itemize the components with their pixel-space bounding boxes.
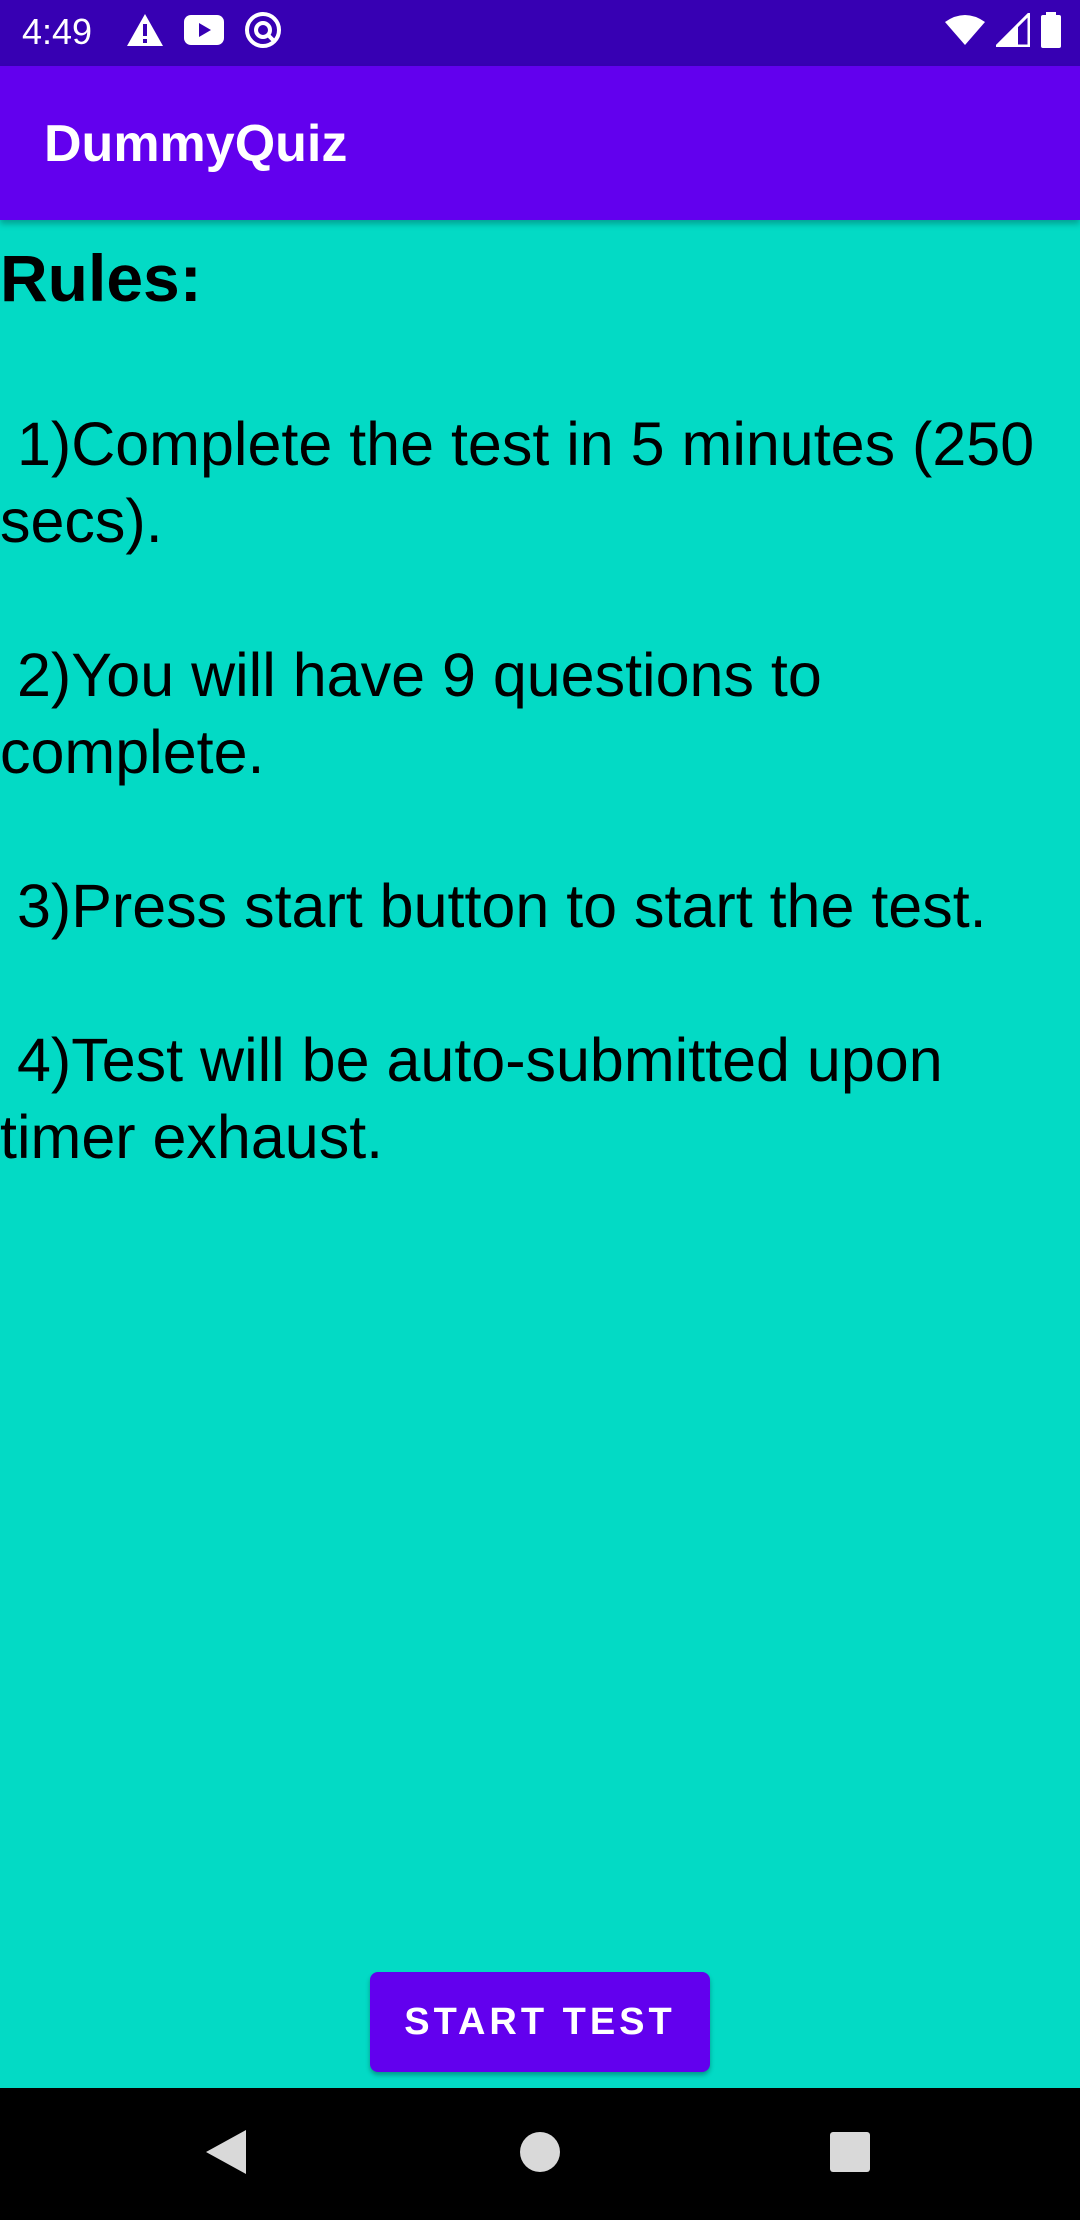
status-system-icons [944, 9, 1062, 53]
warning-icon [126, 13, 164, 52]
rule-item-4: 4)Test will be auto-submitted upon timer… [0, 1026, 960, 1171]
back-button[interactable] [186, 2114, 266, 2194]
app-bar: DummyQuiz [0, 66, 1080, 220]
rules-content: Rules: 1)Complete the test in 5 minutes … [0, 220, 1080, 2088]
home-button[interactable] [500, 2114, 580, 2194]
signal-icon [993, 9, 1031, 52]
rule-item-1: 1)Complete the test in 5 minutes (250 se… [0, 410, 1052, 555]
battery-icon [1040, 11, 1062, 53]
vpn-icon [244, 11, 282, 54]
navigation-bar [0, 2088, 1080, 2220]
wifi-icon [944, 14, 986, 51]
recents-icon [829, 2131, 871, 2178]
status-notification-icons [126, 11, 282, 54]
back-icon [204, 2128, 248, 2181]
rules-heading: Rules: [0, 241, 202, 315]
youtube-icon [184, 14, 224, 50]
rule-item-2: 2)You will have 9 questions to complete. [0, 641, 839, 786]
rule-item-3: 3)Press start button to start the test. [0, 872, 987, 940]
start-test-button[interactable]: START TEST [370, 1972, 710, 2072]
app-title: DummyQuiz [44, 115, 348, 173]
rules-list: 1)Complete the test in 5 minutes (250 se… [0, 406, 1060, 1253]
home-icon [519, 2131, 561, 2178]
status-time: 4:49 [22, 11, 93, 52]
recents-button[interactable] [810, 2114, 890, 2194]
status-bar: 4:49 [0, 0, 1080, 66]
